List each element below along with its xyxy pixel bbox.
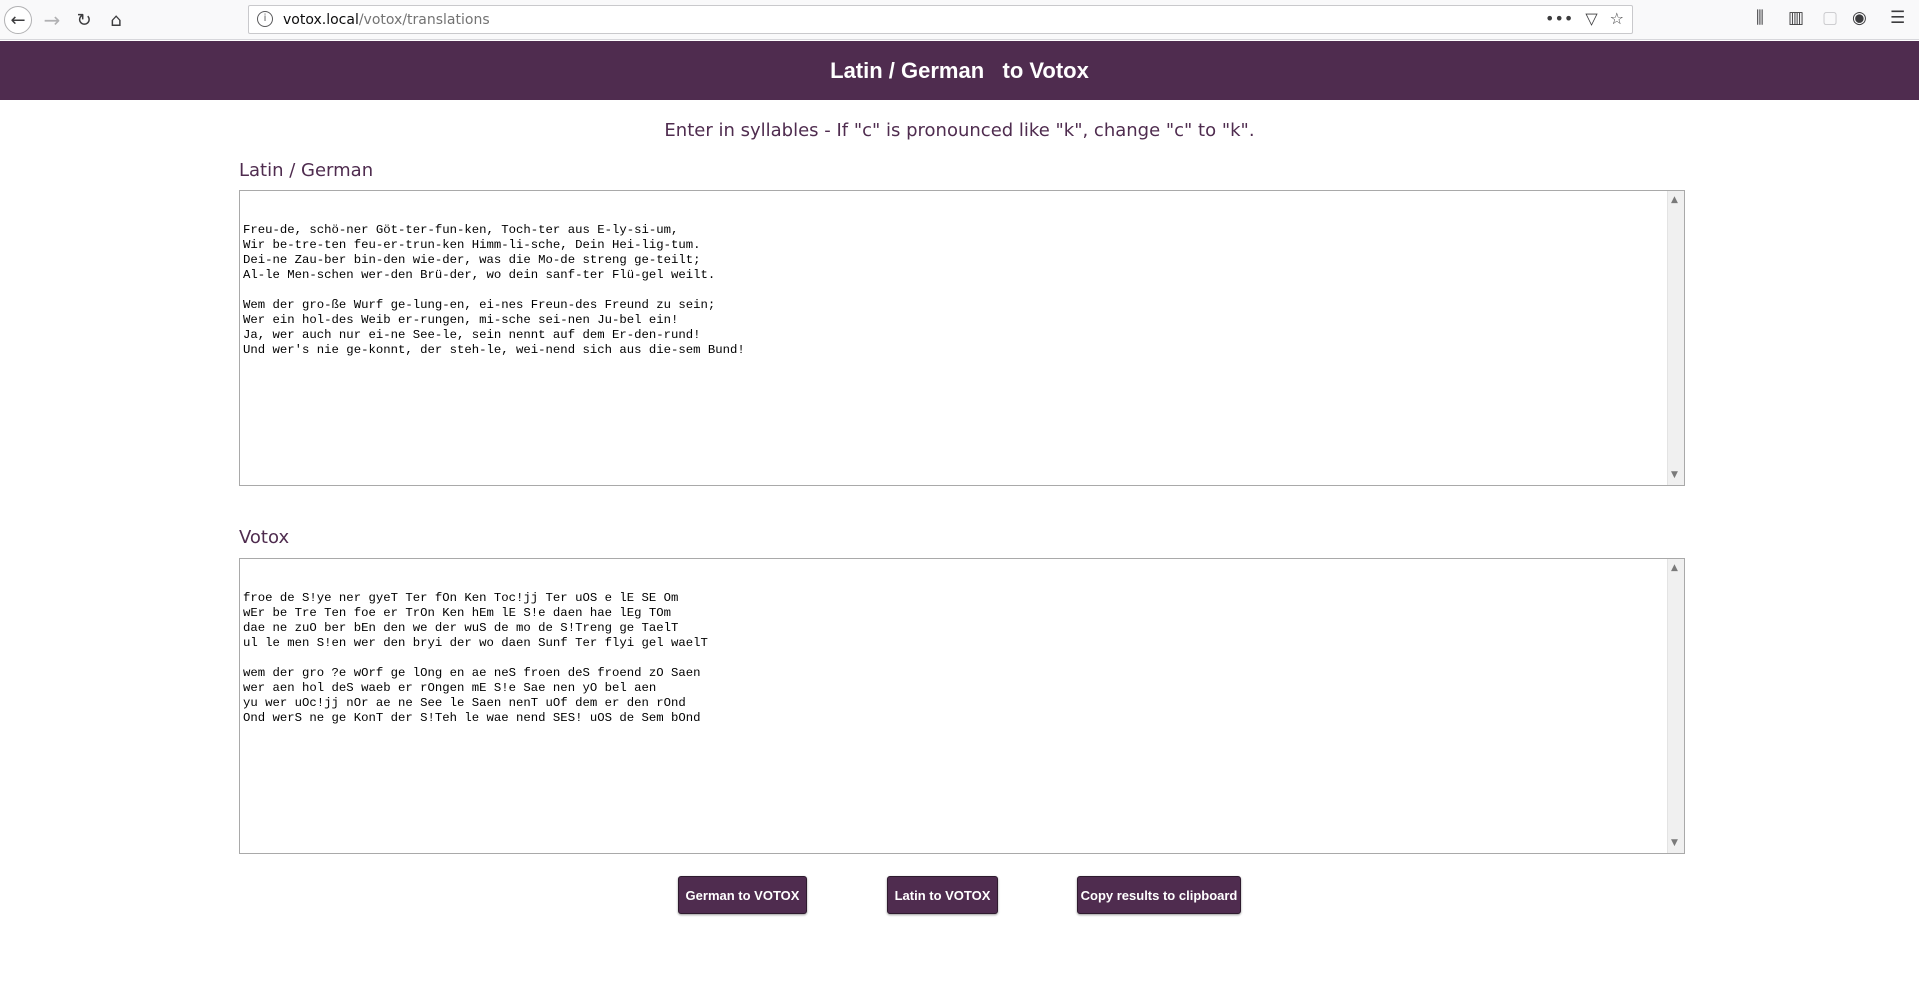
page-title: Latin / German to Votox [0,41,1919,100]
latin-to-votox-button[interactable]: Latin to VOTOX [887,876,998,914]
input-scrollbar[interactable]: ▲ ▼ [1667,191,1684,485]
forward-arrow-icon[interactable]: → [38,6,66,34]
output-text-line: ul le men S!en wer den bryi der wo daen … [243,636,708,650]
url-host: votox.local [283,12,359,28]
output-text-line: froe de S!ye ner gyeT Ter fOn Ken Toc!jj… [243,591,679,605]
copy-results-button[interactable]: Copy results to clipboard [1077,876,1241,914]
output-text-line: wer aen hol deS waeb er rOngen mE S!e Sa… [243,681,657,695]
scroll-up-icon[interactable]: ▲ [1671,561,1678,576]
input-textarea[interactable]: Freu-de, schö-ner Göt-ter-fun-ken, Toch-… [239,190,1685,486]
output-scrollbar[interactable]: ▲ ▼ [1667,559,1684,853]
output-label: Votox [239,527,290,548]
pocket-icon[interactable]: ▽ [1585,9,1597,28]
sidebar-icon[interactable]: ▥ [1788,8,1804,28]
input-lines: Freu-de, schö-ner Göt-ter-fun-ken, Toch-… [243,223,1664,358]
page-actions-icon[interactable]: ••• [1545,9,1573,28]
output-text-line [243,651,1664,666]
library-icon[interactable]: ⫼ [1756,8,1764,28]
input-text-line: Wir be-tre-ten feu-er-trun-ken Himm-li-s… [243,238,701,252]
output-text-line: yu wer uOc!jj nOr ae ne See le Saen nenT… [243,696,686,710]
info-icon[interactable]: i [257,11,273,27]
output-text-line: wEr be Tre Ten foe er TrOn Ken hEm lE S!… [243,606,672,620]
scroll-down-icon[interactable]: ▼ [1671,468,1678,483]
output-lines: froe de S!ye ner gyeT Ter fOn Ken Toc!jj… [243,591,1664,726]
url-bar[interactable]: i votox.local/votox/translations ••• ▽ ☆ [248,5,1633,34]
input-text-line: Ja, wer auch nur ei-ne See-le, sein nenn… [243,328,701,342]
input-label: Latin / German [239,160,374,181]
extension-icon[interactable]: ▢ [1822,8,1838,28]
back-arrow-icon[interactable]: ← [4,6,32,34]
instructions-text: Enter in syllables - If "c" is pronounce… [664,120,1255,141]
input-text-line: Wem der gro-ße Wurf ge-lung-en, ei-nes F… [243,298,716,312]
output-text-line: wem der gro ?e wOrf ge lOng en ae neS fr… [243,666,701,680]
scroll-up-icon[interactable]: ▲ [1671,193,1678,208]
input-text-line: Al-le Men-schen wer-den Brü-der, wo dein… [243,268,716,282]
browser-toolbar: ← → ↻ ⌂ i votox.local/votox/translations… [0,0,1919,40]
bookmark-star-icon[interactable]: ☆ [1610,9,1624,28]
reload-icon[interactable]: ↻ [70,6,98,34]
input-text-line: Wer ein hol-des Weib er-rungen, mi-sche … [243,313,679,327]
output-textarea[interactable]: froe de S!ye ner gyeT Ter fOn Ken Toc!jj… [239,558,1685,854]
home-icon[interactable]: ⌂ [102,6,130,34]
output-text-line: Ond werS ne ge KonT der S!Teh le wae nen… [243,711,701,725]
url-text[interactable]: votox.local/votox/translations [283,12,490,28]
input-text-line: Und wer's nie ge-konnt, der steh-le, wei… [243,343,745,357]
input-text-line: Freu-de, schö-ner Göt-ter-fun-ken, Toch-… [243,223,679,237]
menu-icon[interactable]: ☰ [1890,8,1905,28]
account-icon[interactable]: ◉ [1852,8,1867,28]
output-text-line: dae ne zuO ber bEn den we der wuS de mo … [243,621,679,635]
input-text-line [243,283,1664,298]
scroll-down-icon[interactable]: ▼ [1671,836,1678,851]
german-to-votox-button[interactable]: German to VOTOX [678,876,807,914]
url-path: /votox/translations [358,12,490,28]
input-text-line: Dei-ne Zau-ber bin-den wie-der, was die … [243,253,701,267]
